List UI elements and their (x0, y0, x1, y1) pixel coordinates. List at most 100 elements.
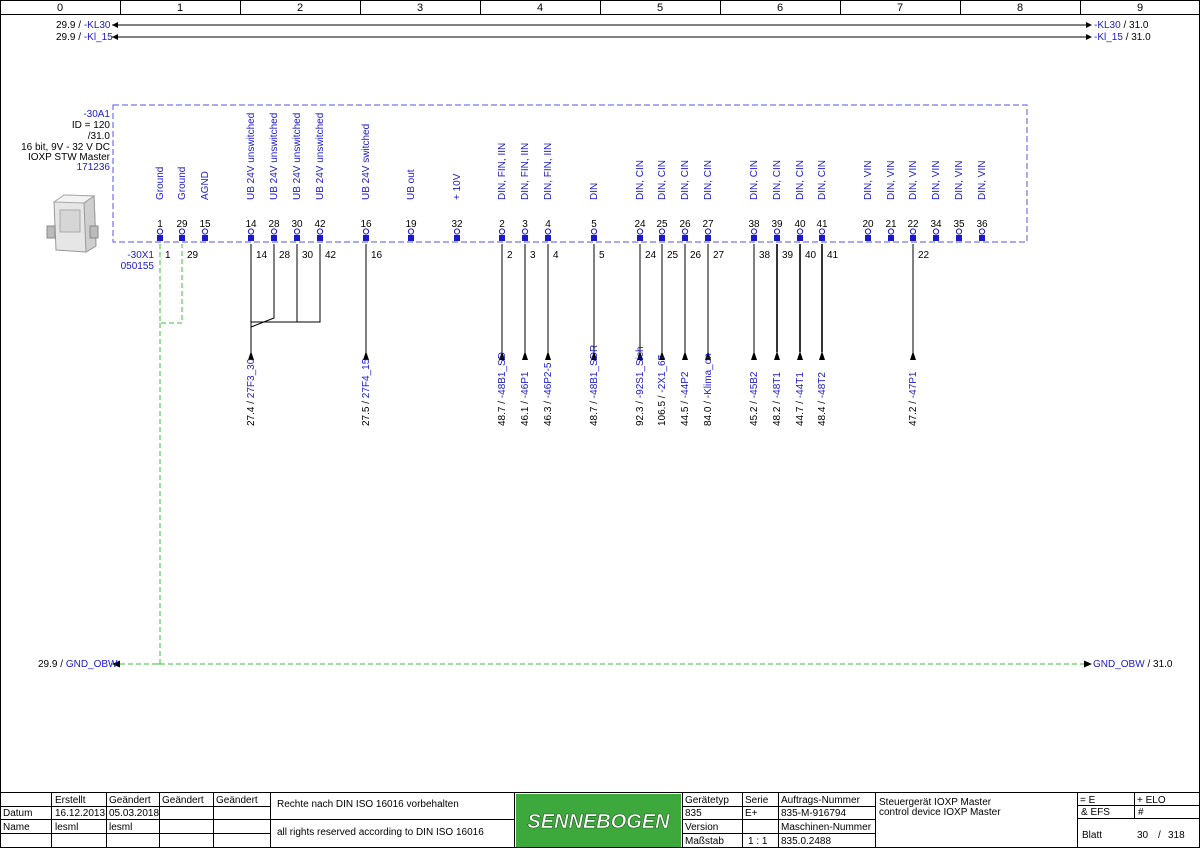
cross-ref[interactable]: 48.7 / -48B1_SDR (589, 345, 600, 426)
pin-circle (887, 228, 895, 235)
pin-square (454, 235, 460, 241)
pin-14[interactable]: UB 24V unswitched 14 14 (245, 113, 267, 261)
pin-circle (544, 228, 552, 235)
pin-circle (636, 228, 644, 235)
rail-kl15-left-name[interactable]: -Kl_15 (84, 32, 113, 43)
rail-kl30-right-name[interactable]: -KL30 (1094, 20, 1121, 31)
device-tag[interactable]: -30A1 (83, 109, 110, 120)
pin-26[interactable]: DIN, CIN 26 26 (679, 160, 702, 352)
connector-tag[interactable]: -30X1 (127, 250, 154, 261)
rail-gnd-left-name[interactable]: GND_OBW (66, 659, 118, 670)
pin-label: UB 24V switched (361, 124, 372, 200)
ref-name: 27F4_15 (361, 358, 372, 398)
cross-ref[interactable]: 84.0 / -Klima_on (703, 351, 714, 426)
pin-32[interactable]: + 10V 32 (451, 173, 463, 241)
ref-label: 46.3 / -46P2-5 (543, 362, 554, 426)
pin-41[interactable]: DIN, CIN 41 41 (816, 160, 839, 352)
pin-label: UB 24V unswitched (246, 113, 257, 200)
pin-number: 24 (634, 219, 646, 230)
pin-circle (178, 228, 186, 235)
pin-circle (978, 228, 986, 235)
pin-circle (658, 228, 666, 235)
ref-name: -48T1 (772, 372, 783, 399)
ref-name: -48T2 (817, 372, 828, 399)
pin-4[interactable]: DIN, FIN, IIN 4 4 (543, 143, 559, 352)
pin-27[interactable]: DIN, CIN 27 27 (702, 160, 725, 352)
column-number: 6 (777, 2, 783, 14)
ref-label: 47.2 / -47P1 (908, 371, 919, 426)
pin-28[interactable]: UB 24V unswitched 28 28 (268, 113, 290, 261)
pin-5[interactable]: DIN 5 5 (589, 183, 605, 352)
cross-ref[interactable]: 92.3 / -92S1_Sich (635, 346, 646, 426)
ref-page: 48.4 / (817, 398, 828, 426)
pin-22[interactable]: DIN, VIN 22 22 (907, 161, 930, 352)
pin-circle (955, 228, 963, 235)
pin-15[interactable]: AGND 15 (199, 171, 211, 241)
cross-ref[interactable]: 45.2 / -45B2 (749, 351, 760, 426)
pin-wire-number: 24 (645, 250, 657, 261)
pin-square (865, 235, 871, 241)
pin-square (979, 235, 985, 241)
rail-kl30-left-name[interactable]: -KL30 (84, 20, 111, 31)
ref-page: 47.2 / (908, 398, 919, 426)
rail-gnd-right-name[interactable]: GND_OBW (1093, 659, 1145, 670)
cross-ref[interactable]: 27.5 / 27F4_15 (361, 351, 372, 426)
pin-25[interactable]: DIN, CIN 25 25 (656, 160, 679, 352)
pin-wire-number: 39 (782, 250, 794, 261)
pin-35[interactable]: DIN, VIN 35 (953, 161, 965, 241)
svg-text:29.9 / -Kl_15: 29.9 / -Kl_15 (56, 32, 113, 43)
cross-ref[interactable]: 44.5 / -44P2 (680, 351, 691, 426)
tb-desc-en: control device IOXP Master (879, 807, 1001, 818)
device-line-1: ID = 120 (72, 120, 111, 131)
pin-label: DIN, FIN, IIN (497, 143, 508, 200)
pin-label: DIN, FIN, IIN (543, 143, 554, 200)
pin-wire-number: 25 (667, 250, 679, 261)
ref-label: 46.1 / -46P1 (520, 371, 531, 426)
pin-16[interactable]: UB 24V switched 16 16 (360, 124, 383, 352)
cross-ref[interactable]: 48.4 / -48T2 (817, 351, 828, 426)
pin-24[interactable]: DIN, CIN 24 24 (634, 160, 657, 352)
pin-number: 21 (885, 219, 897, 230)
cross-ref[interactable]: 46.1 / -46P1 (520, 351, 531, 426)
pin-38[interactable]: DIN, CIN 38 38 (748, 160, 771, 352)
pin-square (202, 235, 208, 241)
ref-arrow (774, 351, 780, 360)
cross-ref[interactable]: 44.7 / -44T1 (795, 351, 806, 426)
ref-label: 48.7 / -48B1_SDR (589, 345, 600, 426)
pin-label: Ground (177, 167, 188, 200)
pin-3[interactable]: DIN, FIN, IIN 3 3 (520, 143, 536, 352)
cross-ref[interactable]: 106.5 / -2X1_67 (657, 351, 668, 426)
pin-36[interactable]: DIN, VIN 36 (976, 161, 988, 241)
pin-number: 35 (953, 219, 965, 230)
cross-ref[interactable]: 46.3 / -46P2-5 (543, 351, 554, 426)
pin-29[interactable]: Ground 29 29 (176, 167, 198, 261)
ref-label: 92.3 / -92S1_Sich (635, 346, 646, 426)
pin-19[interactable]: UB out 19 (405, 169, 417, 241)
pin-wire-number: 26 (690, 250, 702, 261)
rail-kl15-right-name[interactable]: -Kl_15 (1094, 32, 1123, 43)
pin-20[interactable]: DIN, VIN 20 (862, 161, 874, 241)
svg-text:29.9 / GND_OBW: 29.9 / GND_OBW (38, 659, 118, 670)
cross-ref[interactable]: 27.4 / 27F3_30 (246, 351, 257, 426)
column-number: 0 (57, 2, 63, 14)
pin-34[interactable]: DIN, VIN 34 (930, 161, 942, 241)
cross-ref[interactable]: 48.2 / -48T1 (772, 351, 783, 426)
pin-wire-number: 28 (279, 250, 291, 261)
ref-page: 44.5 / (680, 398, 691, 426)
pin-circle (270, 228, 278, 235)
controller-icon (46, 194, 99, 253)
ref-name: -92S1_Sich (635, 346, 646, 398)
pin-39[interactable]: DIN, CIN 39 39 (771, 160, 794, 352)
pin-21[interactable]: DIN, VIN 21 (885, 161, 897, 241)
pin-1[interactable]: Ground 1 1 (155, 167, 171, 261)
pin-2[interactable]: DIN, FIN, IIN 2 2 (497, 143, 513, 352)
cross-ref[interactable]: 48.7 / -48B1_SD (497, 351, 508, 426)
pin-42[interactable]: UB 24V unswitched 42 42 (314, 113, 336, 261)
pin-label: DIN, CIN (680, 160, 691, 200)
cross-ref[interactable]: 47.2 / -47P1 (908, 351, 919, 426)
ref-page: 48.7 / (589, 398, 600, 426)
pin-label: UB 24V unswitched (269, 113, 280, 200)
pin-30[interactable]: UB 24V unswitched 30 30 (291, 113, 313, 261)
rail-kl30-left-ref: 29.9 / (56, 20, 81, 31)
pin-40[interactable]: DIN, CIN 40 40 (794, 160, 817, 352)
